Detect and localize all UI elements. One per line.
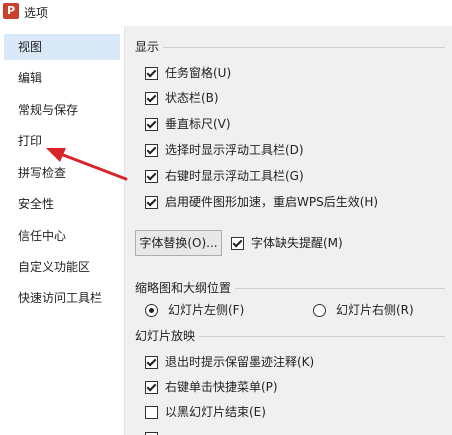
checkbox-icon[interactable] bbox=[145, 355, 158, 369]
radio-button-icon[interactable] bbox=[145, 303, 158, 317]
option-label: 状态栏(B) bbox=[165, 91, 219, 105]
option-partially-visible[interactable] bbox=[145, 429, 165, 435]
checkbox-icon[interactable] bbox=[145, 380, 158, 394]
option-label: 以黑幻灯片结束(E) bbox=[165, 405, 266, 419]
radio-button-icon[interactable] bbox=[313, 303, 326, 317]
section-divider bbox=[135, 47, 445, 48]
options-panel: 显示 任务窗格(U) 状态栏(B) 垂直标尺(V) 选择时显示浮动工具栏(D) … bbox=[125, 26, 452, 435]
checkbox-icon[interactable] bbox=[145, 169, 158, 183]
checkbox-icon[interactable] bbox=[145, 143, 158, 157]
sidebar-item-edit[interactable]: 编辑 bbox=[4, 65, 120, 91]
sidebar-item-print[interactable]: 打印 bbox=[4, 128, 120, 154]
option-label: 选择时显示浮动工具栏(D) bbox=[165, 143, 304, 157]
sidebar-item-general-save[interactable]: 常规与保存 bbox=[4, 97, 120, 123]
section-title-slideshow: 幻灯片放映 bbox=[135, 328, 200, 344]
sidebar-item-spell-check[interactable]: 拼写检查 bbox=[4, 160, 120, 186]
option-label: 启用硬件图形加速，重启WPS后生效(H) bbox=[165, 195, 379, 209]
option-label: 任务窗格(U) bbox=[165, 66, 232, 80]
option-end-with-black-slide[interactable]: 以黑幻灯片结束(E) bbox=[145, 403, 266, 421]
window-title: 选项 bbox=[24, 6, 49, 20]
option-label: 右键单击快捷菜单(P) bbox=[165, 380, 278, 394]
option-right-click-menu[interactable]: 右键单击快捷菜单(P) bbox=[145, 378, 278, 396]
option-missing-font-alert[interactable]: 字体缺失提醒(M) bbox=[231, 234, 343, 252]
radio-thumbnail-left[interactable]: 幻灯片左侧(F) bbox=[145, 301, 244, 319]
checkbox-icon[interactable] bbox=[145, 66, 158, 80]
option-label: 右键时显示浮动工具栏(G) bbox=[165, 169, 304, 183]
wps-presentation-icon: P bbox=[3, 3, 19, 19]
option-label: 字体缺失提醒(M) bbox=[251, 236, 343, 250]
font-replace-button[interactable]: 字体替换(O)... bbox=[135, 230, 222, 256]
sidebar-item-security[interactable]: 安全性 bbox=[4, 191, 120, 217]
checkbox-icon[interactable] bbox=[145, 431, 158, 435]
checkbox-icon[interactable] bbox=[145, 91, 158, 105]
sidebar-item-view[interactable]: 视图 bbox=[4, 34, 120, 60]
option-label: 垂直标尺(V) bbox=[165, 117, 231, 131]
sidebar-item-trust-center[interactable]: 信任中心 bbox=[4, 223, 120, 249]
checkbox-icon[interactable] bbox=[145, 117, 158, 131]
option-status-bar[interactable]: 状态栏(B) bbox=[145, 89, 219, 107]
checkbox-icon[interactable] bbox=[145, 195, 158, 209]
sidebar-item-quick-access-toolbar[interactable]: 快速访问工具栏 bbox=[4, 285, 120, 311]
option-label: 幻灯片左侧(F) bbox=[168, 303, 245, 317]
option-float-toolbar-on-select[interactable]: 选择时显示浮动工具栏(D) bbox=[145, 141, 304, 159]
option-task-pane[interactable]: 任务窗格(U) bbox=[145, 64, 231, 82]
option-label: 退出时提示保留墨迹注释(K) bbox=[165, 355, 315, 369]
sidebar-item-customize-ribbon[interactable]: 自定义功能区 bbox=[4, 254, 120, 280]
option-label: 幻灯片右侧(R) bbox=[336, 303, 414, 317]
option-keep-ink-annotations[interactable]: 退出时提示保留墨迹注释(K) bbox=[145, 353, 314, 371]
section-title-display: 显示 bbox=[135, 39, 164, 55]
sidebar: 视图 编辑 常规与保存 打印 拼写检查 安全性 信任中心 自定义功能区 快速访问… bbox=[0, 26, 125, 435]
radio-thumbnail-right[interactable]: 幻灯片右侧(R) bbox=[313, 301, 414, 319]
checkbox-icon[interactable] bbox=[231, 236, 244, 250]
option-float-toolbar-on-right-click[interactable]: 右键时显示浮动工具栏(G) bbox=[145, 167, 304, 185]
section-title-thumbnail: 缩略图和大纲位置 bbox=[135, 280, 236, 296]
title-bar: P 选项 bbox=[0, 0, 452, 27]
option-hardware-acceleration[interactable]: 启用硬件图形加速，重启WPS后生效(H) bbox=[145, 193, 378, 211]
checkbox-icon[interactable] bbox=[145, 405, 158, 419]
option-vertical-ruler[interactable]: 垂直标尺(V) bbox=[145, 115, 231, 133]
